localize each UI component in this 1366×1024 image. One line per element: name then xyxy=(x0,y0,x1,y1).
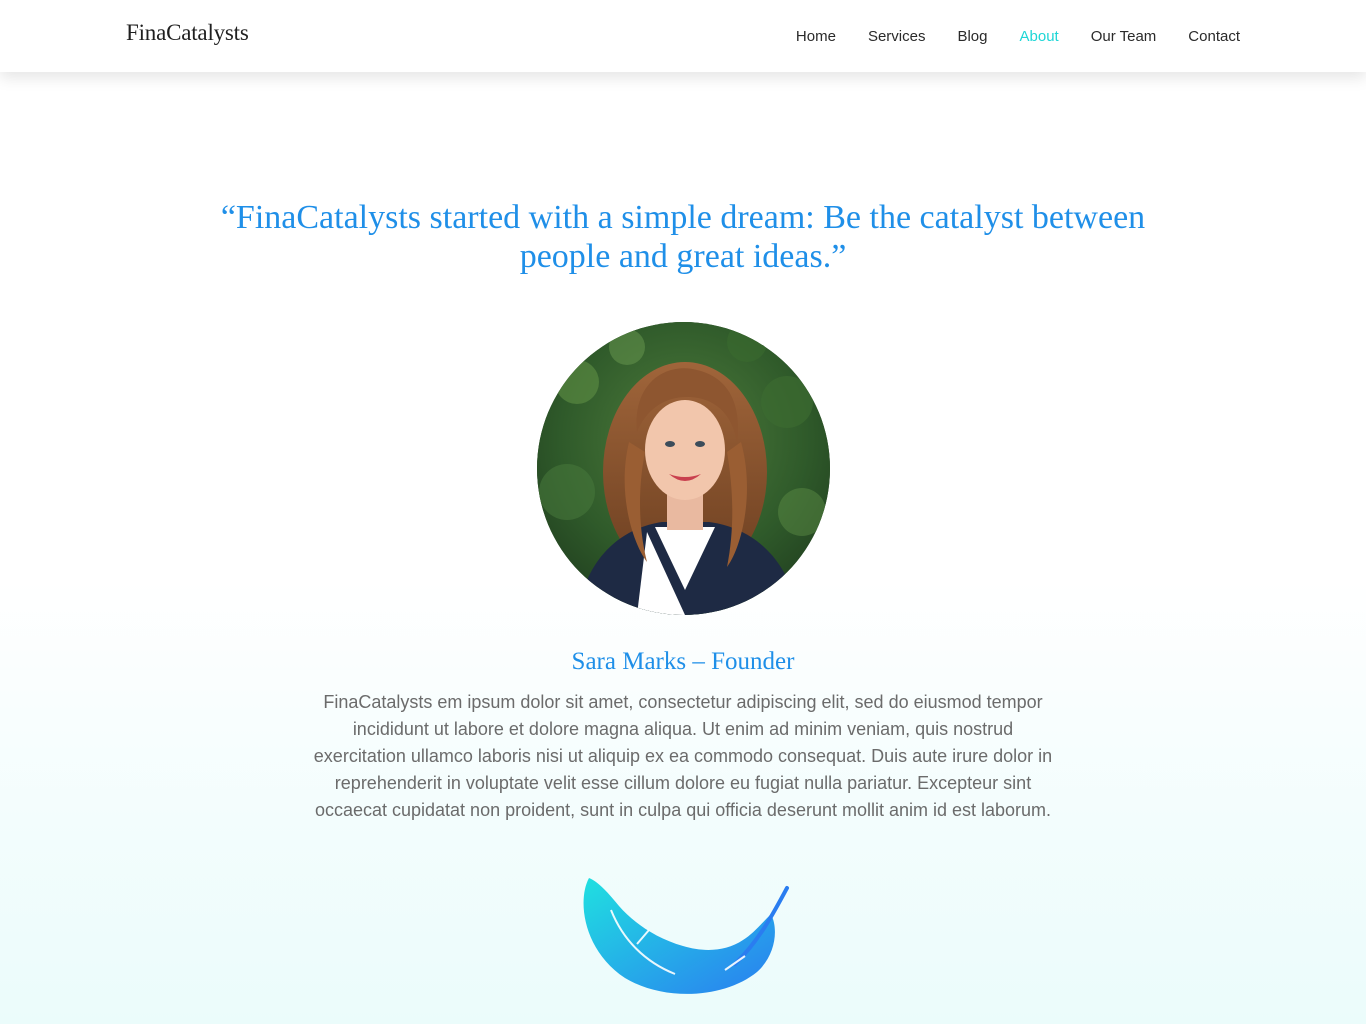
nav-item-services[interactable]: Services xyxy=(868,28,926,45)
site-header: FinaCatalysts Home Services Blog About O… xyxy=(0,0,1366,72)
nav-item-about[interactable]: About xyxy=(1020,28,1059,45)
nav-item-home[interactable]: Home xyxy=(796,28,836,45)
nav-item-our-team[interactable]: Our Team xyxy=(1091,28,1157,45)
founder-name: Sara Marks – Founder xyxy=(571,648,795,675)
founder-photo xyxy=(537,322,830,615)
nav-item-blog[interactable]: Blog xyxy=(957,28,987,45)
brand-logo[interactable]: FinaCatalysts xyxy=(126,20,249,46)
nav-item-contact[interactable]: Contact xyxy=(1188,28,1240,45)
main-nav: Home Services Blog About Our Team Contac… xyxy=(764,0,1240,72)
founder-quote: “FinaCatalysts started with a simple dre… xyxy=(220,199,1146,275)
founder-bio: FinaCatalysts em ipsum dolor sit amet, c… xyxy=(313,692,1053,820)
feather-icon xyxy=(575,870,791,1000)
